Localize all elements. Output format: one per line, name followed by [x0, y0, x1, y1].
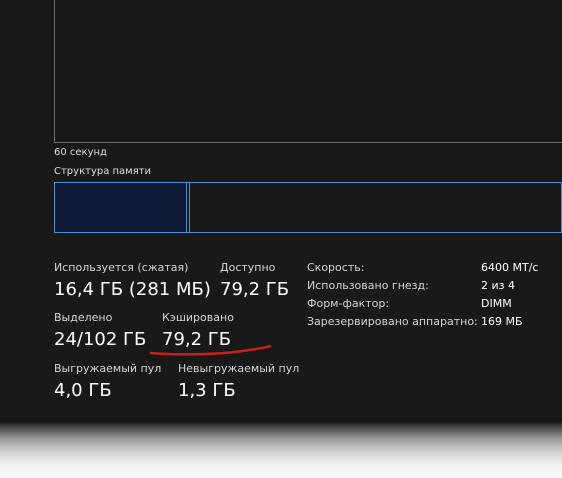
speed-value: 6400 МТ/с — [481, 261, 539, 274]
available-value: 79,2 ГБ — [220, 279, 290, 300]
memory-composition-bar — [54, 182, 562, 233]
committed-value: 24/102 ГБ — [54, 329, 147, 350]
cached-value: 79,2 ГБ — [162, 329, 232, 350]
graph-time-label: 60 секунд — [54, 147, 107, 158]
bottom-shadow — [0, 422, 562, 478]
memory-composition-title: Структура памяти — [54, 166, 152, 177]
form-factor-label: Форм-фактор: — [307, 297, 390, 310]
in-use-value: 16,4 ГБ (281 МБ) — [54, 279, 211, 300]
memory-performance-panel: 60 секунд Структура памяти Используется … — [0, 0, 562, 426]
form-factor-value: DIMM — [481, 297, 512, 310]
composition-standby-segment — [190, 183, 561, 232]
committed-label: Выделено — [54, 311, 113, 324]
paged-pool-label: Выгружаемый пул — [54, 362, 162, 375]
slots-used-value: 2 из 4 — [481, 279, 515, 292]
composition-in-use-segment — [55, 183, 187, 232]
hardware-reserved-label: Зарезервировано аппаратно: — [307, 315, 478, 328]
cached-label: Кэшировано — [162, 311, 234, 324]
hardware-reserved-value: 169 МБ — [481, 315, 523, 328]
available-label: Доступно — [220, 261, 276, 274]
memory-usage-graph — [54, 0, 562, 143]
paged-pool-value: 4,0 ГБ — [54, 380, 112, 401]
slots-used-label: Использовано гнезд: — [307, 279, 429, 292]
non-paged-pool-label: Невыгружаемый пул — [178, 362, 300, 375]
non-paged-pool-value: 1,3 ГБ — [178, 380, 236, 401]
in-use-label: Используется (сжатая) — [54, 261, 189, 274]
speed-label: Скорость: — [307, 261, 365, 274]
